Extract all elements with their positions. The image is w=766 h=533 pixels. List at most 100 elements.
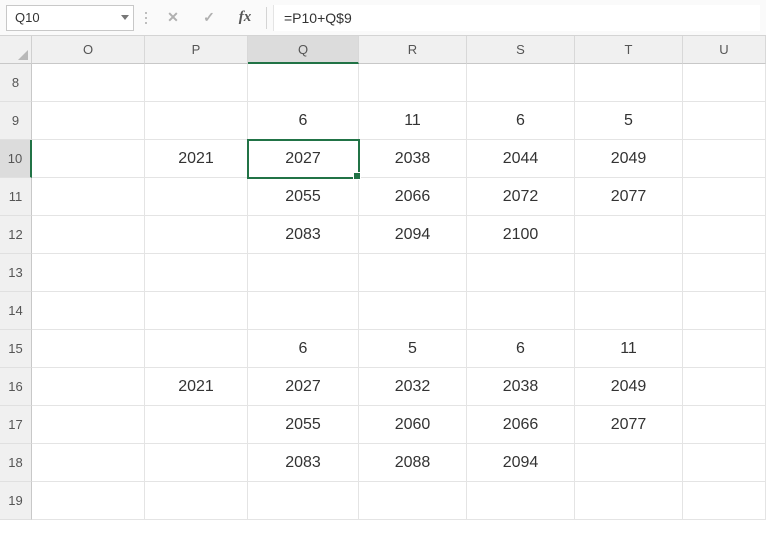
cell-U16[interactable] [683, 368, 766, 406]
cell-O13[interactable] [32, 254, 145, 292]
row-header-11[interactable]: 11 [0, 178, 32, 216]
cell-U18[interactable] [683, 444, 766, 482]
cell-T8[interactable] [575, 64, 683, 102]
cell-O10[interactable] [32, 140, 145, 178]
fx-icon[interactable]: fx [230, 5, 260, 31]
cell-T14[interactable] [575, 292, 683, 330]
cell-T17[interactable]: 2077 [575, 406, 683, 444]
formula-input[interactable]: =P10+Q$9 [273, 5, 760, 31]
cell-S10[interactable]: 2044 [467, 140, 575, 178]
cell-Q16[interactable]: 2027 [248, 368, 359, 406]
row-header-14[interactable]: 14 [0, 292, 32, 330]
column-header-Q[interactable]: Q [248, 36, 359, 64]
cell-O11[interactable] [32, 178, 145, 216]
row-header-18[interactable]: 18 [0, 444, 32, 482]
cell-O14[interactable] [32, 292, 145, 330]
cell-U19[interactable] [683, 482, 766, 520]
cell-Q15[interactable]: 6 [248, 330, 359, 368]
cell-P18[interactable] [145, 444, 248, 482]
name-box[interactable]: Q10 [6, 5, 134, 31]
cell-P9[interactable] [145, 102, 248, 140]
row-header-17[interactable]: 17 [0, 406, 32, 444]
cell-R18[interactable]: 2088 [359, 444, 467, 482]
cell-R16[interactable]: 2032 [359, 368, 467, 406]
cell-U15[interactable] [683, 330, 766, 368]
cell-R10[interactable]: 2038 [359, 140, 467, 178]
cell-T13[interactable] [575, 254, 683, 292]
cell-P13[interactable] [145, 254, 248, 292]
cell-U14[interactable] [683, 292, 766, 330]
cell-R9[interactable]: 11 [359, 102, 467, 140]
cell-P14[interactable] [145, 292, 248, 330]
cell-T16[interactable]: 2049 [575, 368, 683, 406]
cell-T18[interactable] [575, 444, 683, 482]
row-header-13[interactable]: 13 [0, 254, 32, 292]
cell-Q17[interactable]: 2055 [248, 406, 359, 444]
chevron-down-icon[interactable] [121, 15, 129, 20]
cell-S19[interactable] [467, 482, 575, 520]
cell-P16[interactable]: 2021 [145, 368, 248, 406]
cell-T11[interactable]: 2077 [575, 178, 683, 216]
cell-S14[interactable] [467, 292, 575, 330]
cell-Q8[interactable] [248, 64, 359, 102]
cell-R13[interactable] [359, 254, 467, 292]
accept-button[interactable]: ✓ [194, 5, 224, 31]
cell-S18[interactable]: 2094 [467, 444, 575, 482]
cell-U11[interactable] [683, 178, 766, 216]
cell-O9[interactable] [32, 102, 145, 140]
cell-R12[interactable]: 2094 [359, 216, 467, 254]
cell-S17[interactable]: 2066 [467, 406, 575, 444]
cell-U12[interactable] [683, 216, 766, 254]
cell-P15[interactable] [145, 330, 248, 368]
cell-S13[interactable] [467, 254, 575, 292]
cell-P10[interactable]: 2021 [145, 140, 248, 178]
cell-Q13[interactable] [248, 254, 359, 292]
cell-O8[interactable] [32, 64, 145, 102]
cell-P17[interactable] [145, 406, 248, 444]
row-header-16[interactable]: 16 [0, 368, 32, 406]
cell-Q9[interactable]: 6 [248, 102, 359, 140]
cell-Q14[interactable] [248, 292, 359, 330]
cell-S12[interactable]: 2100 [467, 216, 575, 254]
cell-Q10[interactable]: 2027 [248, 140, 359, 178]
cell-S8[interactable] [467, 64, 575, 102]
row-header-10[interactable]: 10 [0, 140, 32, 178]
column-header-S[interactable]: S [467, 36, 575, 64]
cell-T12[interactable] [575, 216, 683, 254]
row-header-19[interactable]: 19 [0, 482, 32, 520]
cell-U8[interactable] [683, 64, 766, 102]
cell-Q18[interactable]: 2083 [248, 444, 359, 482]
cell-U10[interactable] [683, 140, 766, 178]
row-header-15[interactable]: 15 [0, 330, 32, 368]
cell-R19[interactable] [359, 482, 467, 520]
cell-O12[interactable] [32, 216, 145, 254]
cell-R15[interactable]: 5 [359, 330, 467, 368]
cell-T19[interactable] [575, 482, 683, 520]
cell-R8[interactable] [359, 64, 467, 102]
cell-O18[interactable] [32, 444, 145, 482]
cell-U17[interactable] [683, 406, 766, 444]
row-header-8[interactable]: 8 [0, 64, 32, 102]
cell-Q19[interactable] [248, 482, 359, 520]
cell-O17[interactable] [32, 406, 145, 444]
cell-O15[interactable] [32, 330, 145, 368]
cell-P11[interactable] [145, 178, 248, 216]
column-header-T[interactable]: T [575, 36, 683, 64]
column-header-O[interactable]: O [32, 36, 145, 64]
cell-O19[interactable] [32, 482, 145, 520]
row-header-9[interactable]: 9 [0, 102, 32, 140]
cell-T9[interactable]: 5 [575, 102, 683, 140]
cell-T10[interactable]: 2049 [575, 140, 683, 178]
cell-S15[interactable]: 6 [467, 330, 575, 368]
cell-P12[interactable] [145, 216, 248, 254]
select-all-corner[interactable] [0, 36, 32, 64]
cell-S11[interactable]: 2072 [467, 178, 575, 216]
column-header-P[interactable]: P [145, 36, 248, 64]
cell-U9[interactable] [683, 102, 766, 140]
column-header-U[interactable]: U [683, 36, 766, 64]
cell-R14[interactable] [359, 292, 467, 330]
cell-U13[interactable] [683, 254, 766, 292]
cell-P8[interactable] [145, 64, 248, 102]
cell-T15[interactable]: 11 [575, 330, 683, 368]
cell-Q12[interactable]: 2083 [248, 216, 359, 254]
